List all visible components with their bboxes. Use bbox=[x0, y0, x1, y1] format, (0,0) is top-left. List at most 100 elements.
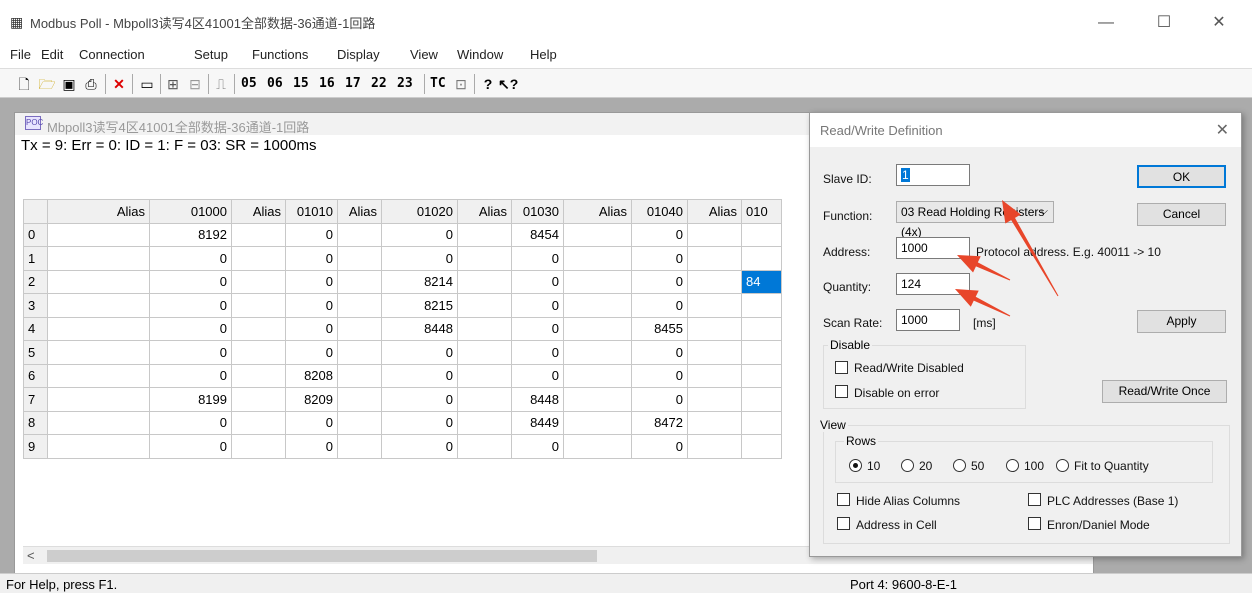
register-value-cell[interactable]: 0 bbox=[511, 246, 564, 271]
alias-cell[interactable] bbox=[337, 222, 382, 247]
rows-fit-to-quantity-radio[interactable] bbox=[1056, 459, 1069, 472]
alias-cell[interactable] bbox=[231, 387, 286, 412]
register-value-cell[interactable] bbox=[741, 222, 782, 247]
apply-button[interactable]: Apply bbox=[1137, 310, 1226, 333]
register-value-cell[interactable]: 0 bbox=[631, 387, 688, 412]
alias-cell[interactable] bbox=[231, 316, 286, 341]
register-value-cell[interactable]: 0 bbox=[381, 410, 458, 435]
register-value-cell[interactable]: 0 bbox=[285, 269, 338, 294]
disconnect-icon[interactable]: ⊟ bbox=[186, 73, 204, 95]
function-05-button[interactable]: 05 bbox=[241, 74, 257, 94]
save-icon[interactable]: ▣ bbox=[60, 73, 78, 95]
register-value-cell[interactable]: 0 bbox=[285, 410, 338, 435]
open-folder-icon[interactable]: 🗁 bbox=[38, 73, 56, 95]
register-value-cell[interactable]: 0 bbox=[149, 434, 232, 459]
alias-cell[interactable] bbox=[47, 340, 150, 365]
register-value-cell[interactable]: 8448 bbox=[511, 387, 564, 412]
alias-cell[interactable] bbox=[231, 410, 286, 435]
alias-cell[interactable] bbox=[47, 246, 150, 271]
context-help-icon[interactable]: ↖? bbox=[498, 73, 518, 95]
alias-cell[interactable] bbox=[687, 363, 742, 388]
register-value-cell[interactable]: 0 bbox=[285, 222, 338, 247]
alias-cell[interactable] bbox=[231, 340, 286, 365]
register-value-cell[interactable] bbox=[741, 293, 782, 318]
disable-on-error-checkbox[interactable] bbox=[835, 385, 848, 398]
alias-cell[interactable] bbox=[337, 363, 382, 388]
function-select[interactable]: 03 Read Holding Registers (4x) ⌵ bbox=[896, 201, 1054, 239]
register-value-cell[interactable]: 8448 bbox=[381, 316, 458, 341]
alias-cell[interactable] bbox=[563, 340, 632, 365]
register-value-cell[interactable]: 0 bbox=[149, 293, 232, 318]
alias-cell[interactable] bbox=[231, 434, 286, 459]
close-button[interactable]: ✕ bbox=[1196, 8, 1242, 38]
menu-view[interactable]: View bbox=[410, 47, 438, 62]
print-icon[interactable]: ⎙ bbox=[82, 73, 100, 95]
register-value-cell[interactable]: 8192 bbox=[149, 222, 232, 247]
alias-cell[interactable] bbox=[47, 410, 150, 435]
register-value-cell[interactable] bbox=[741, 316, 782, 341]
register-value-cell[interactable] bbox=[741, 246, 782, 271]
read-write-disabled-checkbox[interactable] bbox=[835, 361, 848, 374]
register-value-cell[interactable]: 0 bbox=[631, 434, 688, 459]
alias-cell[interactable] bbox=[687, 222, 742, 247]
register-value-cell[interactable]: 0 bbox=[149, 410, 232, 435]
alias-cell[interactable] bbox=[47, 293, 150, 318]
register-value-cell[interactable]: 0 bbox=[631, 340, 688, 365]
alias-cell[interactable] bbox=[563, 316, 632, 341]
cancel-button[interactable]: Cancel bbox=[1137, 203, 1226, 226]
alias-cell[interactable] bbox=[687, 340, 742, 365]
alias-cell[interactable] bbox=[457, 434, 512, 459]
alias-cell[interactable] bbox=[231, 269, 286, 294]
menu-display[interactable]: Display bbox=[337, 47, 380, 62]
register-value-cell[interactable]: 0 bbox=[381, 222, 458, 247]
address-input[interactable]: 1000 bbox=[896, 237, 970, 259]
menu-setup[interactable]: Setup bbox=[194, 47, 228, 62]
alias-cell[interactable] bbox=[47, 269, 150, 294]
function-06-button[interactable]: 06 bbox=[267, 74, 283, 94]
alias-cell[interactable] bbox=[457, 363, 512, 388]
register-value-cell[interactable]: 8199 bbox=[149, 387, 232, 412]
ok-button[interactable]: OK bbox=[1137, 165, 1226, 188]
address-in-cell-checkbox[interactable] bbox=[837, 517, 850, 530]
register-value-cell[interactable]: 0 bbox=[631, 269, 688, 294]
register-value-cell[interactable]: 0 bbox=[381, 434, 458, 459]
alias-cell[interactable] bbox=[457, 246, 512, 271]
menu-functions[interactable]: Functions bbox=[252, 47, 308, 62]
new-file-icon[interactable]: 🗋 bbox=[16, 73, 32, 95]
hide-alias-columns-checkbox[interactable] bbox=[837, 493, 850, 506]
alias-cell[interactable] bbox=[687, 410, 742, 435]
alias-cell[interactable] bbox=[337, 410, 382, 435]
alias-cell[interactable] bbox=[563, 410, 632, 435]
alias-cell[interactable] bbox=[563, 222, 632, 247]
alias-cell[interactable] bbox=[337, 434, 382, 459]
alias-cell[interactable] bbox=[47, 222, 150, 247]
alias-cell[interactable] bbox=[563, 363, 632, 388]
register-value-cell[interactable]: 0 bbox=[511, 434, 564, 459]
alias-cell[interactable] bbox=[337, 246, 382, 271]
register-value-cell[interactable]: 0 bbox=[285, 316, 338, 341]
register-value-cell[interactable]: 8208 bbox=[285, 363, 338, 388]
alias-cell[interactable] bbox=[47, 434, 150, 459]
register-value-cell[interactable]: 0 bbox=[285, 340, 338, 365]
minimize-button[interactable]: — bbox=[1083, 8, 1129, 38]
delete-icon[interactable]: ✕ bbox=[110, 73, 128, 95]
alias-cell[interactable] bbox=[457, 222, 512, 247]
menu-window[interactable]: Window bbox=[457, 47, 503, 62]
rows-50-radio[interactable] bbox=[953, 459, 966, 472]
alias-cell[interactable] bbox=[457, 340, 512, 365]
register-value-cell[interactable]: 0 bbox=[511, 316, 564, 341]
register-value-cell[interactable] bbox=[741, 340, 782, 365]
register-value-cell[interactable]: 0 bbox=[631, 246, 688, 271]
register-value-cell[interactable]: 0 bbox=[631, 222, 688, 247]
alias-cell[interactable] bbox=[457, 316, 512, 341]
alias-cell[interactable] bbox=[563, 293, 632, 318]
register-value-cell[interactable] bbox=[741, 363, 782, 388]
connect-icon[interactable]: ⊞ bbox=[164, 73, 182, 95]
register-value-cell[interactable]: 8215 bbox=[381, 293, 458, 318]
register-value-cell[interactable]: 0 bbox=[631, 363, 688, 388]
alias-cell[interactable] bbox=[231, 293, 286, 318]
help-icon[interactable]: ? bbox=[480, 73, 496, 95]
alias-cell[interactable] bbox=[457, 269, 512, 294]
register-value-cell[interactable]: 0 bbox=[381, 340, 458, 365]
register-value-cell[interactable]: 0 bbox=[285, 246, 338, 271]
